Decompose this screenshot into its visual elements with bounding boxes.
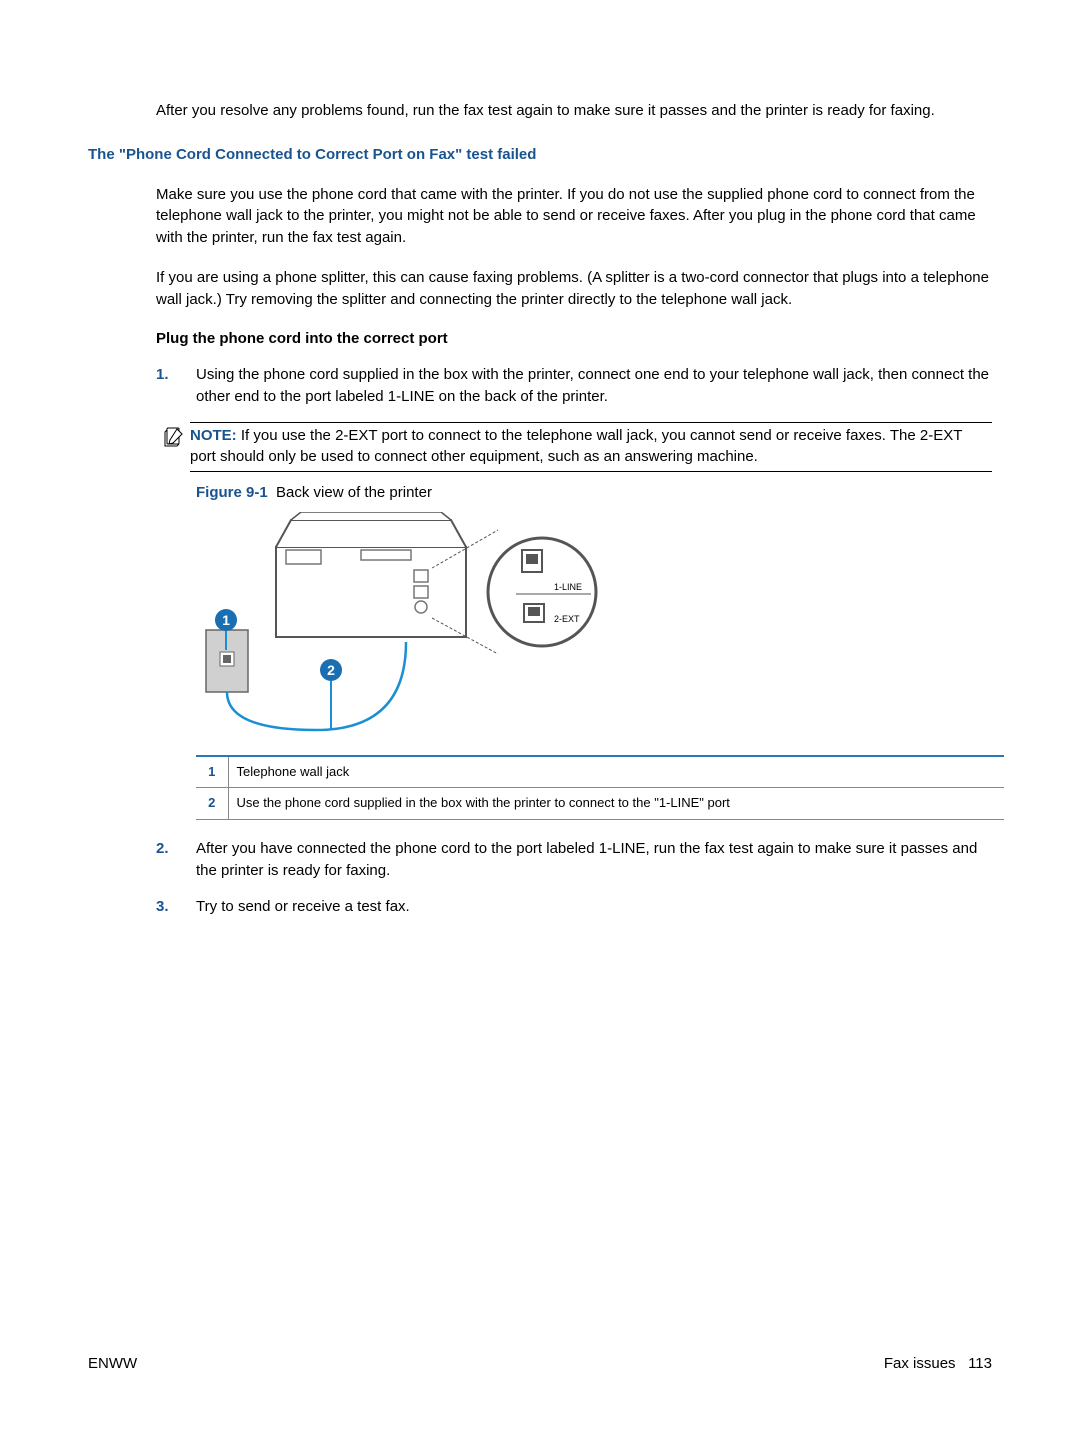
step-3: Try to send or receive a test fax. (156, 896, 992, 918)
figure-diagram: 1 2 1-LINE 2-EXT (196, 512, 992, 749)
legend-row-1: 1 Telephone wall jack (196, 756, 1004, 788)
legend-table: 1 Telephone wall jack 2 Use the phone co… (196, 755, 1004, 821)
steps-list-cont: After you have connected the phone cord … (156, 838, 992, 917)
intro-paragraph: After you resolve any problems found, ru… (156, 100, 992, 122)
footer-section-label: Fax issues (884, 1355, 956, 1372)
figure-caption: Figure 9-1 Back view of the printer (196, 482, 992, 504)
note-text: If you use the 2-EXT port to connect to … (190, 427, 962, 466)
legend-1-num: 1 (196, 756, 228, 788)
callout-1-bubble: 1 (222, 612, 230, 628)
steps-list: Using the phone cord supplied in the box… (156, 364, 992, 408)
section-heading: The "Phone Cord Connected to Correct Por… (88, 144, 992, 166)
legend-1-text: Telephone wall jack (228, 756, 1004, 788)
figure-label: Figure 9-1 (196, 484, 268, 501)
subheading: Plug the phone cord into the correct por… (156, 328, 992, 350)
port-1-line-label: 1-LINE (554, 582, 582, 592)
legend-row-2: 2 Use the phone cord supplied in the box… (196, 788, 1004, 820)
note-icon (164, 427, 184, 454)
step-3-text: Try to send or receive a test fax. (196, 898, 410, 915)
body-paragraph-2: If you are using a phone splitter, this … (156, 267, 992, 311)
port-2-ext-label: 2-EXT (554, 614, 580, 624)
body-paragraph-1: Make sure you use the phone cord that ca… (156, 184, 992, 249)
note-block: NOTE: If you use the 2-EXT port to conne… (190, 422, 992, 473)
step-1-text: Using the phone cord supplied in the box… (196, 366, 989, 405)
legend-2-text: Use the phone cord supplied in the box w… (228, 788, 1004, 820)
step-2: After you have connected the phone cord … (156, 838, 992, 882)
footer-page-number: 113 (968, 1355, 992, 1372)
step-1: Using the phone cord supplied in the box… (156, 364, 992, 408)
note-label: NOTE: (190, 427, 237, 444)
footer-left: ENWW (88, 1353, 137, 1375)
callout-2-bubble: 2 (327, 662, 335, 678)
legend-2-num: 2 (196, 788, 228, 820)
footer-right: Fax issues 113 (884, 1353, 992, 1375)
step-2-text: After you have connected the phone cord … (196, 840, 977, 879)
figure-caption-text: Back view of the printer (276, 484, 432, 501)
page-footer: ENWW Fax issues 113 (88, 1353, 992, 1375)
